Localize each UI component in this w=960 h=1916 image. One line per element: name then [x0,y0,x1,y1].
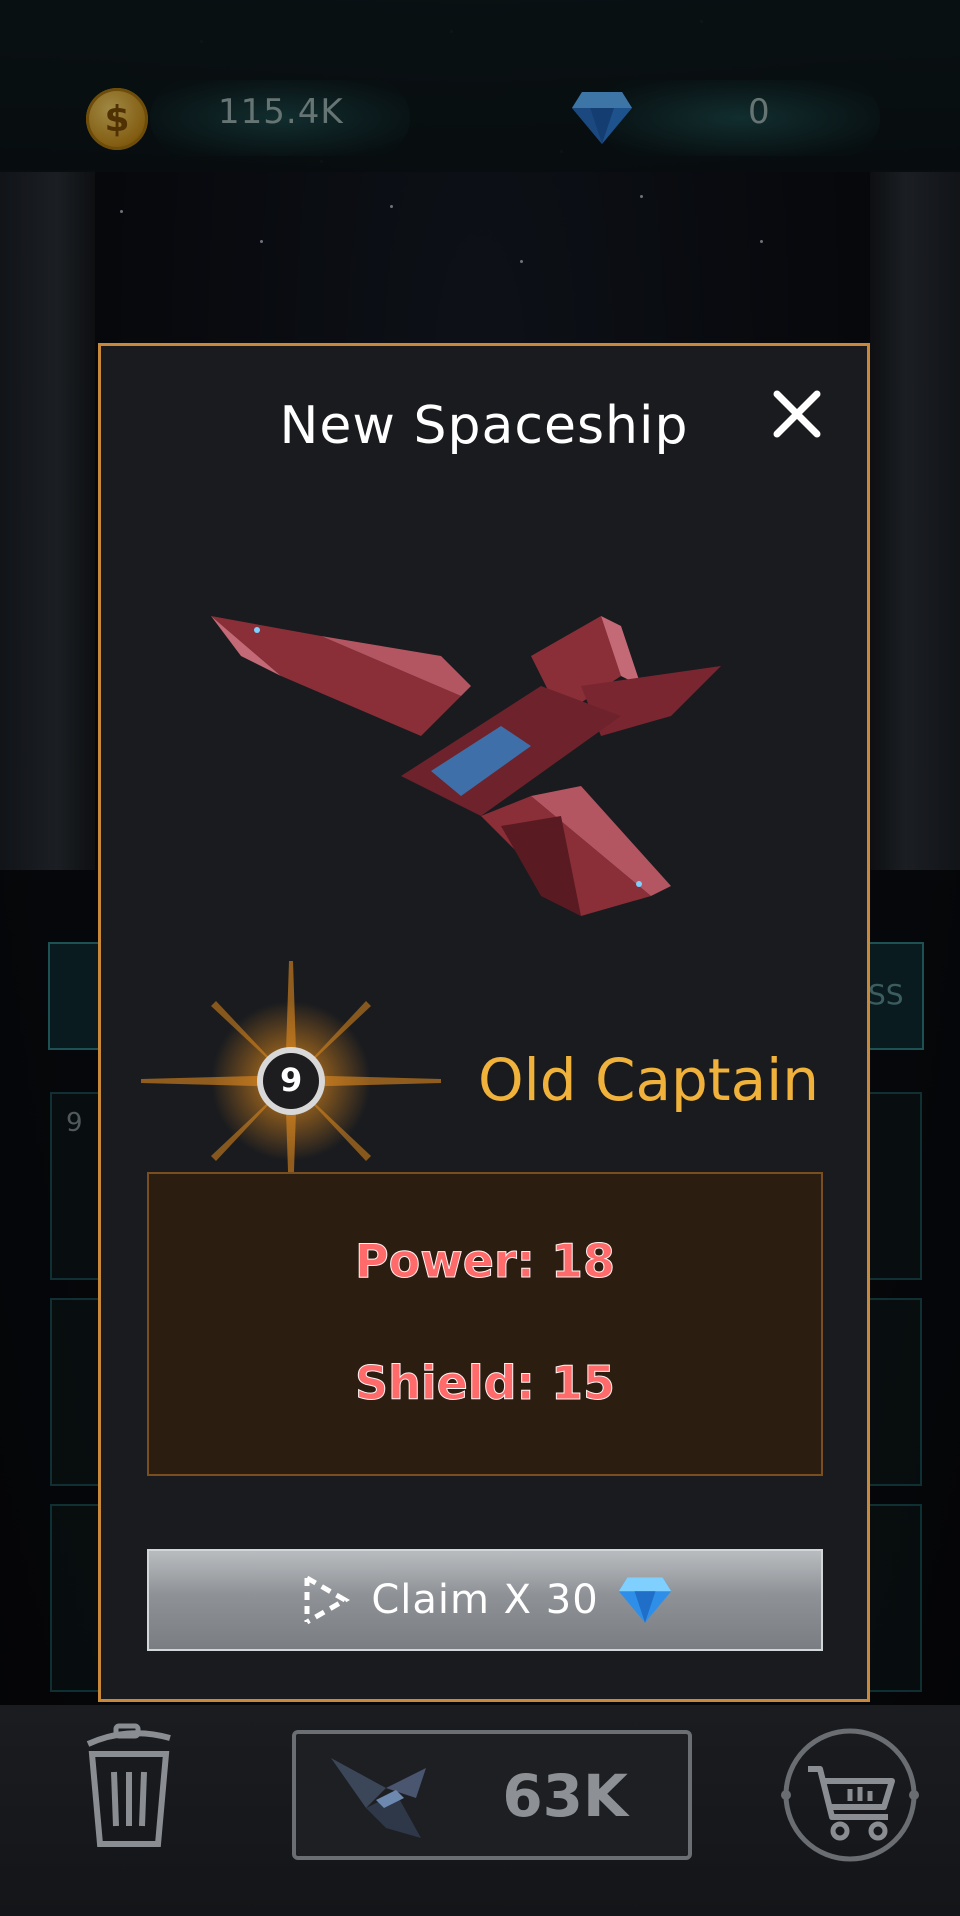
ship-name: Old Captain [477,1046,819,1114]
spaceship-image [211,616,721,916]
trash-icon[interactable] [78,1722,178,1852]
diamond-gem-icon [618,1577,671,1623]
shopping-cart-icon[interactable] [780,1725,920,1865]
shield-stat: Shield: 15 [355,1356,616,1411]
close-icon[interactable] [767,384,827,444]
dialog-title: New Spaceship [279,396,689,456]
spaceship-icon [331,1758,426,1838]
level-number: 9 [280,1061,303,1099]
play-ad-icon [304,1575,351,1625]
claim-label: Claim X 30 [371,1577,599,1623]
buy-ship-button[interactable]: 63K [292,1730,692,1860]
power-stat: Power: 18 [354,1234,616,1289]
buy-price: 63K [502,1762,628,1830]
claim-button[interactable]: Claim X 30 [147,1549,823,1651]
new-spaceship-dialog: New Spaceship 9 Old Captain Power: 18 Sh… [98,343,870,1702]
stats-panel: Power: 18 Shield: 15 [147,1172,823,1476]
